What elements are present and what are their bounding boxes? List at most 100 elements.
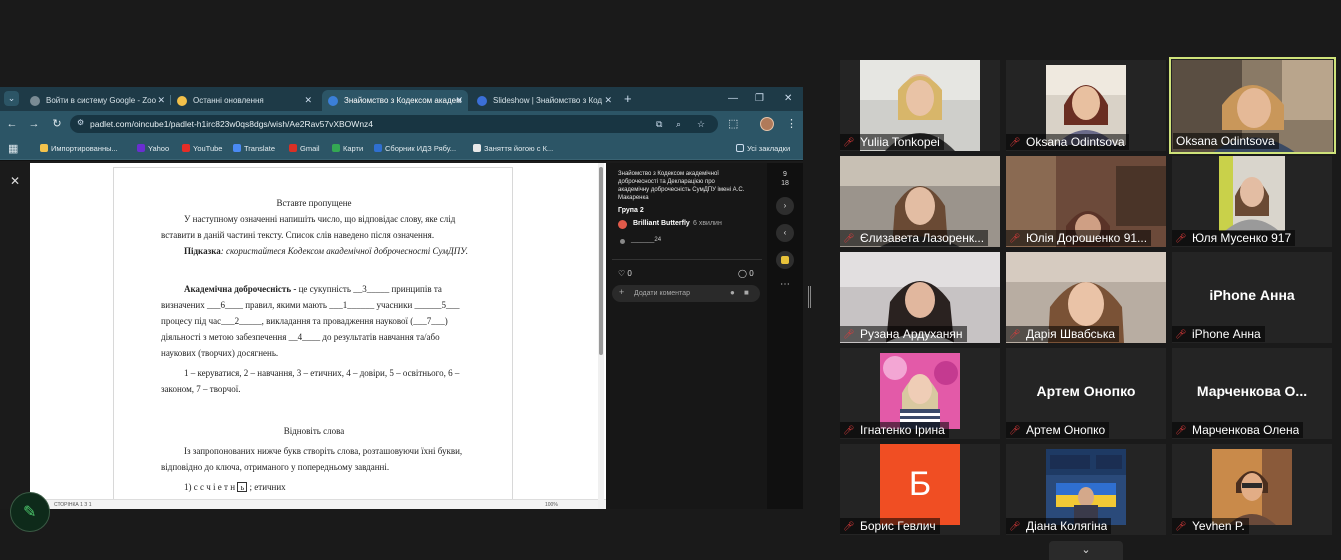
browser-tab-updates[interactable]: Останні оновлення ✕ xyxy=(171,90,317,111)
next-post-button[interactable]: › xyxy=(776,197,794,215)
previous-post-button[interactable]: ‹ xyxy=(776,224,794,242)
participant-name: Артем Онопко xyxy=(1026,423,1106,437)
bookmark-item[interactable]: Yahoo xyxy=(137,137,169,160)
restore-icon[interactable]: ❐ xyxy=(755,91,764,107)
participant-name: iPhone Анна xyxy=(1192,327,1261,341)
participant-tile[interactable]: 🎤︎ Юля Мусенко 917 xyxy=(1172,156,1332,247)
post-attachment[interactable]: _______24 xyxy=(631,237,661,243)
participant-tile[interactable]: 🎤︎ Єлизавета Лазоренк... xyxy=(840,156,1000,247)
bookmark-item[interactable]: Карти xyxy=(332,137,363,160)
comments-button[interactable]: ◯ 0 xyxy=(738,269,754,278)
participant-name: Борис Гевлич xyxy=(860,519,936,533)
participant-name-bar: 🎤︎ iPhone Анна xyxy=(1172,326,1265,342)
participant-tile[interactable]: Б 🎤︎ Борис Гевлич xyxy=(840,444,1000,535)
more-options-icon[interactable]: ⋯ xyxy=(767,279,803,290)
bookmark-label: Gmail xyxy=(300,144,320,153)
plus-icon[interactable]: + xyxy=(619,287,624,297)
bookmark-item[interactable]: Импортированны... xyxy=(40,137,118,160)
participant-name: Yuliia Tonkopei xyxy=(860,135,940,149)
participant-tile[interactable]: 🎤︎ Юлія Дорошенко 91... xyxy=(1006,156,1166,247)
participant-name: Дарія Швабська xyxy=(1026,327,1116,341)
participant-display-name: Артем Онопко xyxy=(1036,383,1136,399)
like-count: 0 xyxy=(627,269,632,278)
participant-tile[interactable]: iPhone Анна 🎤︎ iPhone Анна xyxy=(1172,252,1332,343)
highlight-button[interactable] xyxy=(776,251,794,269)
comment-icon: ◯ xyxy=(738,269,747,278)
post-details-panel: Знайомство з Кодексом академічної доброч… xyxy=(606,163,767,509)
all-bookmarks[interactable]: Усі закладки xyxy=(736,137,790,160)
site-info-icon[interactable]: ⚙ xyxy=(77,118,84,127)
bookmark-label: YouTube xyxy=(193,144,223,153)
participant-tile[interactable]: 🎤︎ Yuliia Tonkopei xyxy=(840,60,1000,151)
address-bar[interactable]: ⚙ padlet.com/oincube1/padlet-h1irc823w0q… xyxy=(70,115,718,133)
participant-name-bar: 🎤︎ Борис Гевлич xyxy=(840,518,940,534)
camera-icon[interactable]: ■ xyxy=(744,288,749,297)
participant-name-bar: 🎤︎ Дарія Швабська xyxy=(1006,326,1120,342)
like-button[interactable]: ♡ 0 xyxy=(618,269,632,278)
doc-paragraph: вставити в даній частині тексту. Список … xyxy=(161,230,435,240)
participant-name-bar: 🎤︎ Yuliia Tonkopei xyxy=(840,134,944,150)
bookmark-item[interactable]: Gmail xyxy=(289,137,320,160)
browser-tab-google[interactable]: Войти в систему Google - Zoo ✕ xyxy=(24,90,170,111)
install-icon[interactable]: ⧉ xyxy=(656,119,662,130)
document-preview[interactable]: Вставте пропущене У наступному означенні… xyxy=(30,163,606,509)
window-close-icon[interactable]: ✕ xyxy=(784,91,792,107)
zoom-icon[interactable]: ⌕ xyxy=(676,119,681,130)
gallery-next-page-button[interactable]: ⌄ xyxy=(1049,541,1123,560)
close-icon[interactable]: ✕ xyxy=(604,90,612,111)
bookmark-item[interactable]: Заняття йогою с К... xyxy=(473,137,553,160)
zoom-level: 100% xyxy=(545,502,558,508)
participant-tile-active-speaker[interactable]: Oksana Odintsova xyxy=(1169,57,1336,154)
bookmark-item[interactable]: YouTube xyxy=(182,137,222,160)
participant-tile[interactable]: 🎤︎ Ігнатенко Ірина xyxy=(840,348,1000,439)
forward-icon[interactable]: → xyxy=(26,116,42,132)
apps-grid-icon[interactable]: ▦ xyxy=(8,142,18,155)
participant-name-bar: 🎤︎ Oksana Odintsova xyxy=(1006,134,1129,150)
reload-icon[interactable]: ↻ xyxy=(49,116,65,132)
participant-tile[interactable]: Марченкова О... 🎤︎ Марченкова Олена xyxy=(1172,348,1332,439)
item-letters: 1) с с ч і е т н xyxy=(184,482,236,492)
split-view-handle[interactable] xyxy=(808,286,811,308)
document-scrollbar[interactable] xyxy=(598,163,604,509)
post-group: Група 2 xyxy=(618,207,644,214)
participant-tile[interactable]: Артем Онопко 🎤︎ Артем Онопко xyxy=(1006,348,1166,439)
bookmark-item[interactable]: Translate xyxy=(233,137,275,160)
participant-tile[interactable]: 🎤︎ Yevhen P. xyxy=(1172,444,1332,535)
scroll-thumb[interactable] xyxy=(599,167,603,355)
muted-mic-icon: 🎤︎ xyxy=(1175,232,1187,243)
participant-tile[interactable]: 🎤︎ Діана Колягіна xyxy=(1006,444,1166,535)
browser-tab-slideshow[interactable]: Slideshow | Знайомство з Код ✕ xyxy=(471,90,617,111)
pencil-icon: ✎ xyxy=(23,504,37,521)
participant-letter-avatar: Б xyxy=(880,444,960,525)
tab-label: Знайомство з Кодексом академ xyxy=(344,96,462,105)
muted-mic-icon: 🎤︎ xyxy=(1009,328,1021,339)
muted-mic-icon: 🎤︎ xyxy=(1175,520,1187,531)
close-icon[interactable]: ✕ xyxy=(157,90,165,111)
page-indicator: СТОРІНКА 1 З 1 xyxy=(54,502,92,508)
tab-search-button[interactable]: ⌄ xyxy=(4,91,19,106)
browser-tab-codex[interactable]: Знайомство з Кодексом академ ✕ xyxy=(322,90,468,111)
bookmark-item[interactable]: Сборник ИДЗ Рябу... xyxy=(374,137,456,160)
participant-tile[interactable]: 🎤︎ Дарія Швабська xyxy=(1006,252,1166,343)
extensions-icon[interactable]: ⬚ xyxy=(728,116,738,132)
profile-avatar[interactable] xyxy=(760,117,774,131)
annotate-button[interactable]: ✎ xyxy=(10,492,50,532)
slideshow-icon xyxy=(477,96,487,106)
comment-placeholder: Додати коментар xyxy=(634,290,690,297)
participant-tile[interactable]: 🎤︎ Рузана Ардуханян xyxy=(840,252,1000,343)
bookmark-star-icon[interactable]: ☆ xyxy=(697,119,705,130)
browser-toolbar: ← → ↻ ⚙ padlet.com/oincube1/padlet-h1irc… xyxy=(0,111,803,137)
bookmark-label: Импортированны... xyxy=(51,144,118,153)
mic-icon[interactable]: ● xyxy=(730,288,735,297)
close-icon[interactable]: ✕ xyxy=(10,174,20,188)
doc-paragraph: наукових (творчих) досягнень. xyxy=(161,348,279,358)
participant-name-bar: 🎤︎ Yevhen P. xyxy=(1172,518,1249,534)
minimize-icon[interactable]: — xyxy=(728,91,738,107)
new-tab-button[interactable]: + xyxy=(624,91,632,107)
close-icon[interactable]: ✕ xyxy=(304,90,312,111)
close-icon[interactable]: ✕ xyxy=(455,90,463,111)
participant-tile[interactable]: 🎤︎ Oksana Odintsova xyxy=(1006,60,1166,151)
back-icon[interactable]: ← xyxy=(4,116,20,132)
comment-input[interactable]: + Додати коментар ● ■ xyxy=(612,285,760,302)
menu-kebab-icon[interactable]: ⋮ xyxy=(786,116,797,132)
